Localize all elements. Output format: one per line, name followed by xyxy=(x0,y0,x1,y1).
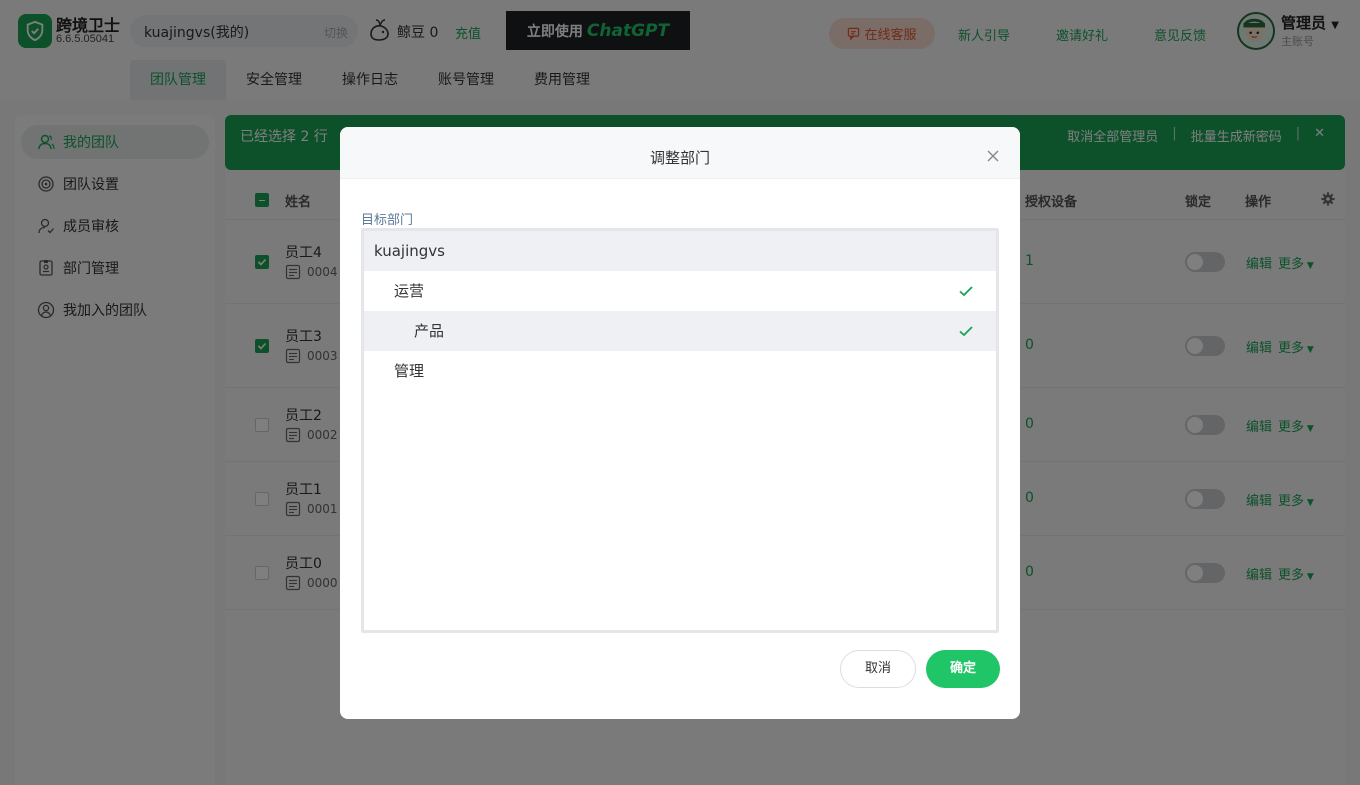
check-icon xyxy=(959,326,973,337)
tree-node[interactable]: 管理 xyxy=(364,351,996,391)
target-department-label: 目标部门 xyxy=(361,213,414,228)
cancel-button[interactable]: 取消 xyxy=(840,650,916,688)
confirm-button[interactable]: 确定 xyxy=(926,650,1000,688)
check-icon xyxy=(959,286,973,297)
tree-node[interactable]: 产品 xyxy=(364,311,996,351)
close-icon[interactable] xyxy=(986,149,1000,163)
adjust-department-modal: 调整部门 目标部门 kuajingvs 运营产品管理 取消 确定 xyxy=(340,127,1020,719)
tree-node-label: kuajingvs xyxy=(374,242,445,260)
department-tree: kuajingvs 运营产品管理 xyxy=(361,228,999,633)
tree-node-label: 产品 xyxy=(414,322,445,340)
modal-header: 调整部门 xyxy=(340,127,1020,179)
tree-node[interactable]: 运营 xyxy=(364,271,996,311)
tree-node-label: 运营 xyxy=(394,282,425,300)
modal-title: 调整部门 xyxy=(649,149,710,167)
tree-node[interactable]: kuajingvs xyxy=(364,231,996,271)
tree-node-label: 管理 xyxy=(394,362,425,380)
